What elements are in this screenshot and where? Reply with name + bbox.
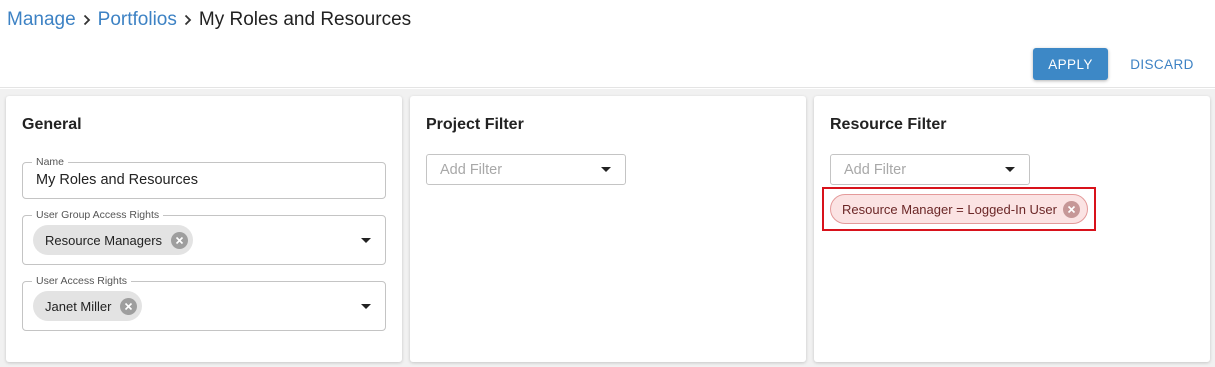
breadcrumb-manage[interactable]: Manage bbox=[7, 8, 76, 32]
project-add-filter-select[interactable]: Add Filter bbox=[426, 154, 626, 185]
close-circle-icon[interactable] bbox=[171, 231, 189, 249]
resource-filter-card: Resource Filter Add Filter Resource Mana… bbox=[814, 96, 1210, 362]
page-header: Manage Portfolios My Roles and Resources… bbox=[0, 0, 1215, 88]
discard-button[interactable]: DISCARD bbox=[1124, 48, 1200, 80]
breadcrumb-portfolios[interactable]: Portfolios bbox=[98, 8, 177, 32]
name-field-value: My Roles and Resources bbox=[36, 172, 198, 188]
user-group-access-label: User Group Access Rights bbox=[32, 209, 164, 221]
user-group-chip-label: Resource Managers bbox=[45, 232, 163, 248]
general-card: General Name My Roles and Resources User… bbox=[6, 96, 402, 362]
project-add-filter-placeholder: Add Filter bbox=[440, 162, 503, 178]
resource-filter-title: Resource Filter bbox=[830, 116, 947, 133]
caret-down-icon[interactable] bbox=[601, 167, 611, 172]
resource-add-filter-select[interactable]: Add Filter bbox=[830, 154, 1030, 185]
user-access-chip-label: Janet Miller bbox=[45, 298, 112, 314]
page-title: My Roles and Resources bbox=[198, 9, 412, 30]
main-content: General Name My Roles and Resources User… bbox=[0, 89, 1215, 367]
resource-filter-chip-label: Resource Manager = Logged-In User bbox=[842, 201, 1057, 217]
chevron-right-icon bbox=[76, 14, 98, 26]
user-access-select[interactable]: User Access Rights Janet Miller bbox=[22, 275, 386, 331]
user-access-chip: Janet Miller bbox=[33, 291, 143, 321]
breadcrumb: Manage Portfolios My Roles and Resources bbox=[7, 8, 411, 32]
resource-add-filter-placeholder: Add Filter bbox=[844, 162, 907, 178]
project-filter-title: Project Filter bbox=[426, 116, 524, 133]
caret-down-icon[interactable] bbox=[1005, 167, 1015, 172]
close-circle-icon[interactable] bbox=[120, 297, 138, 315]
chevron-right-icon bbox=[177, 14, 199, 26]
user-access-label: User Access Rights bbox=[32, 275, 132, 287]
caret-down-icon[interactable] bbox=[361, 304, 371, 309]
name-field-label: Name bbox=[32, 156, 69, 168]
user-group-access-select[interactable]: User Group Access Rights Resource Manage… bbox=[22, 209, 386, 265]
close-circle-icon[interactable] bbox=[1062, 200, 1080, 218]
user-group-chip: Resource Managers bbox=[33, 225, 194, 255]
name-field[interactable]: Name My Roles and Resources bbox=[22, 156, 386, 199]
project-filter-card: Project Filter Add Filter bbox=[410, 96, 806, 362]
caret-down-icon[interactable] bbox=[361, 238, 371, 243]
apply-button[interactable]: APPLY bbox=[1033, 48, 1108, 80]
general-title: General bbox=[22, 116, 82, 133]
resource-filter-chip[interactable]: Resource Manager = Logged-In User bbox=[830, 194, 1088, 224]
